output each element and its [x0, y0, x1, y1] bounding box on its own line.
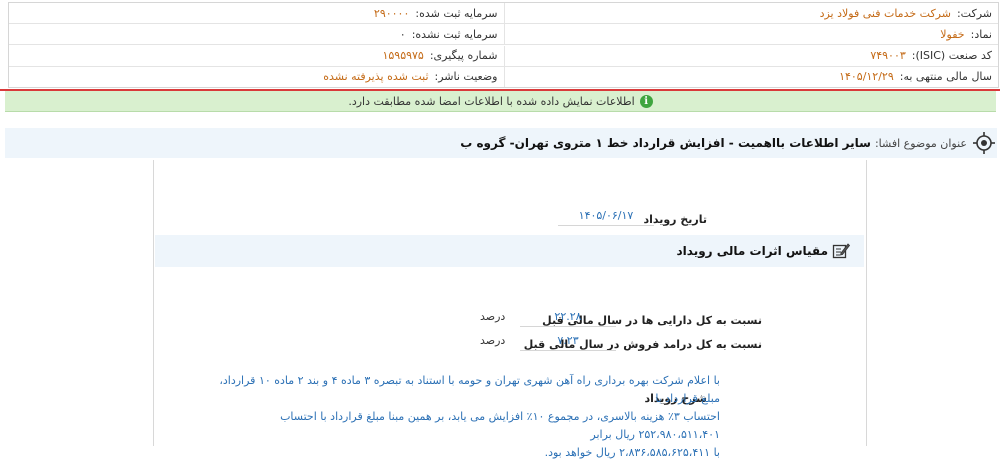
ratio-assets-value: ۲۲.۲۸ [520, 310, 616, 327]
description-line: احتساب ۳٪ هزینه بالاسری، در مجموع ۱۰٪ اف… [280, 410, 720, 441]
tracking-cell: شماره پیگیری: ۱۵۹۵۹۷۵ [9, 46, 504, 67]
capital-registered-value: ۲۹۰۰۰۰ [373, 6, 410, 20]
event-date-value: ۱۴۰۵/۰۶/۱۷ [558, 209, 654, 226]
info-icon: i [639, 94, 653, 108]
company-label: شرکت: [956, 6, 992, 20]
target-icon [973, 132, 995, 154]
isic-cell: کد صنعت (ISIC): ۷۴۹۰۰۳ [503, 45, 998, 67]
subject-bar: عنوان موضوع افشا: سایر اطلاعات بااهمیت -… [5, 128, 997, 158]
ratio-assets-unit: درصد [480, 310, 506, 323]
company-name-cell: شرکت: شرکت خدمات فنی فولاد یزد [503, 3, 998, 24]
fiscal-year-label: سال مالی منتهی به: [899, 70, 992, 84]
symbol-label: نماد: [970, 27, 992, 41]
capital-registered-cell: سرمایه ثبت شده: ۲۹۰۰۰۰ [9, 3, 504, 24]
edit-icon [832, 243, 850, 259]
publisher-status-label: وضعیت ناشر: [434, 70, 498, 84]
isic-value: ۷۴۹۰۰۳ [870, 49, 906, 62]
verification-text: اطلاعات نمایش داده شده با اطلاعات امضا ش… [348, 94, 635, 108]
publisher-status-cell: وضعیت ناشر: ثبت شده پذیرفته نشده [9, 67, 504, 87]
company-name: شرکت خدمات فنی فولاد یزد [819, 6, 951, 20]
verification-notice: i اطلاعات نمایش داده شده با اطلاعات امضا… [5, 91, 996, 112]
tracking-label: شماره پیگیری: [429, 49, 498, 62]
fiscal-year-cell: سال مالی منتهی به: ۱۴۰۵/۱۲/۲۹ [503, 66, 999, 87]
capital-unregistered-cell: سرمایه ثبت نشده: ۰ [9, 24, 504, 46]
capital-unregistered-value: ۰ [399, 27, 406, 41]
description-text: با اعلام شرکت بهره برداری راه آهن شهری ت… [205, 372, 720, 462]
subject-title: سایر اطلاعات بااهمیت - افزایش قرارداد خط… [460, 136, 871, 150]
symbol-value: خفولا [940, 27, 965, 41]
fiscal-year-value: ۱۴۰۵/۱۲/۲۹ [839, 70, 894, 84]
capital-registered-label: سرمایه ثبت شده: [415, 6, 498, 20]
financial-section-header: مقیاس اثرات مالی رویداد [155, 235, 864, 267]
tracking-value: ۱۵۹۵۹۷۵ [382, 49, 424, 62]
subject-label: عنوان موضوع افشا: [874, 136, 967, 150]
ratio-revenue-unit: درصد [480, 334, 506, 347]
symbol-cell: نماد: خفولا [503, 24, 998, 46]
financial-section-title: مقیاس اثرات مالی رویداد [676, 244, 828, 258]
description-line: با اعلام شرکت بهره برداری راه آهن شهری ت… [219, 374, 720, 405]
description-line: با ۲،۸۳۶،۵۸۵،۶۲۵،۴۱۱ ریال خواهد بود. [544, 446, 720, 459]
capital-unregistered-label: سرمایه ثبت نشده: [411, 27, 498, 41]
isic-label: کد صنعت (ISIC): [911, 49, 992, 62]
publisher-status-value: ثبت شده پذیرفته نشده [323, 70, 429, 84]
company-info-table: شرکت: شرکت خدمات فنی فولاد یزد سرمایه ثب… [8, 2, 999, 88]
ratio-revenue-value: ۷.۲۳ [520, 334, 616, 351]
